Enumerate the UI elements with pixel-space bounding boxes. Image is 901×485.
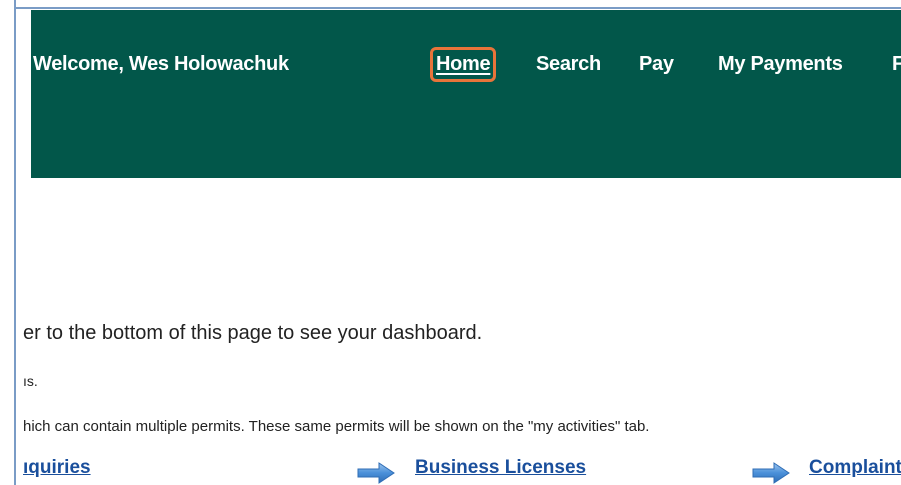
site-header: Welcome, Wes Holowachuk Home Search Pay … bbox=[31, 10, 901, 178]
nav-cut-off-item[interactable]: F bbox=[892, 53, 901, 76]
left-border bbox=[14, 0, 16, 485]
welcome-text: Welcome, Wes Holowachuk bbox=[33, 53, 289, 75]
nav-home[interactable]: Home bbox=[436, 53, 491, 76]
link-inquiries[interactable]: ıquiries bbox=[23, 457, 91, 479]
arrow-right-icon bbox=[752, 462, 790, 484]
link-complaints[interactable]: Complaint bbox=[809, 457, 901, 479]
nav-my-payments[interactable]: My Payments bbox=[718, 53, 843, 76]
top-border bbox=[14, 7, 901, 9]
nav-search[interactable]: Search bbox=[536, 53, 601, 76]
link-business-licenses[interactable]: Business Licenses bbox=[415, 457, 586, 479]
permits-note: hich can contain multiple permits. These… bbox=[23, 418, 650, 435]
nav-pay[interactable]: Pay bbox=[639, 53, 674, 76]
secondary-text: ıs. bbox=[23, 373, 38, 389]
page-frame: Welcome, Wes Holowachuk Home Search Pay … bbox=[0, 0, 901, 485]
arrow-right-icon bbox=[357, 462, 395, 484]
instruction-text: er to the bottom of this page to see you… bbox=[23, 322, 483, 344]
